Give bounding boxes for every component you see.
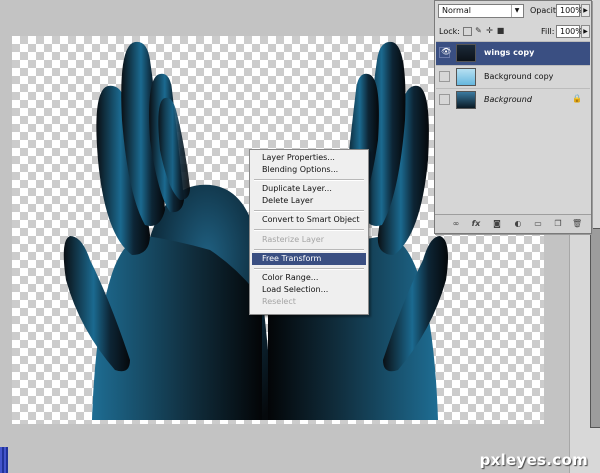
opacity-slider-button[interactable]: ▶ bbox=[581, 4, 590, 17]
fx-icon[interactable]: fx bbox=[471, 219, 481, 229]
menu-item-convert-smart-object[interactable]: Convert to Smart Object bbox=[252, 214, 366, 226]
menu-item-blending-options[interactable]: Blending Options... bbox=[252, 164, 366, 176]
link-icon[interactable]: ∞ bbox=[451, 219, 461, 229]
layer-row-background[interactable]: Background 🔒 bbox=[436, 88, 590, 112]
chevron-down-icon[interactable]: ▼ bbox=[511, 5, 522, 17]
menu-item-load-selection[interactable]: Load Selection... bbox=[252, 284, 366, 296]
status-indicator-icon bbox=[0, 447, 8, 473]
lock-transparency-icon[interactable] bbox=[463, 27, 472, 36]
menu-item-rasterize-layer: Rasterize Layer bbox=[262, 235, 324, 244]
layers-panel-footer: ∞ fx ◙ ◐ ▭ ❐ 🗑 bbox=[435, 214, 591, 233]
menu-item-reselect: Reselect bbox=[262, 297, 296, 306]
layer-row-background-copy[interactable]: Background copy bbox=[436, 65, 590, 89]
layers-panel: Normal ▼ Opacity: 100% ▶ Lock: ✎ ✛ ■ Fil… bbox=[434, 0, 592, 234]
fill-label: Fill: bbox=[541, 27, 555, 36]
layer-context-menu: Layer Properties... Blending Options... … bbox=[249, 149, 369, 315]
layer-thumbnail bbox=[456, 44, 476, 62]
lock-all-icon[interactable]: ■ bbox=[496, 26, 505, 35]
adjustment-icon[interactable]: ◐ bbox=[513, 219, 523, 229]
scrollbar-thumb[interactable] bbox=[590, 228, 600, 428]
layer-thumbnail bbox=[456, 68, 476, 86]
layer-name: Background copy bbox=[484, 72, 554, 81]
layer-visibility-toggle[interactable] bbox=[439, 94, 450, 105]
menu-separator bbox=[254, 268, 364, 270]
lock-move-icon[interactable]: ✛ bbox=[485, 26, 494, 35]
lock-brush-icon[interactable]: ✎ bbox=[474, 26, 483, 35]
menu-item-duplicate-layer[interactable]: Duplicate Layer... bbox=[252, 183, 366, 195]
menu-separator bbox=[254, 179, 364, 181]
layer-name: wings copy bbox=[484, 48, 535, 57]
layer-thumbnail bbox=[456, 91, 476, 109]
menu-item-layer-properties[interactable]: Layer Properties... bbox=[252, 152, 366, 164]
blend-mode-select[interactable]: Normal ▼ bbox=[438, 4, 524, 18]
lock-label: Lock: bbox=[439, 27, 460, 36]
trash-icon[interactable]: 🗑 bbox=[572, 219, 582, 229]
fill-field[interactable]: 100% bbox=[556, 25, 583, 38]
watermark-text: pxleyes.com bbox=[479, 451, 588, 469]
menu-separator bbox=[254, 249, 364, 251]
layer-visibility-toggle[interactable]: 👁 bbox=[439, 47, 452, 58]
opacity-field[interactable]: 100% bbox=[556, 4, 583, 17]
menu-item-free-transform[interactable]: Free Transform bbox=[252, 253, 366, 265]
blend-mode-value: Normal bbox=[442, 6, 471, 15]
menu-item-delete-layer[interactable]: Delete Layer bbox=[252, 195, 366, 207]
menu-item-color-range[interactable]: Color Range... bbox=[252, 272, 366, 284]
menu-separator bbox=[254, 210, 364, 212]
eye-icon: 👁 bbox=[441, 47, 452, 56]
photoshop-window: Normal ▼ Opacity: 100% ▶ Lock: ✎ ✛ ■ Fil… bbox=[0, 0, 600, 473]
new-layer-icon[interactable]: ❐ bbox=[553, 219, 563, 229]
layer-visibility-toggle[interactable] bbox=[439, 71, 450, 82]
menu-separator bbox=[254, 229, 364, 231]
mask-icon[interactable]: ◙ bbox=[492, 219, 502, 229]
padlock-icon: 🔒 bbox=[572, 94, 582, 103]
layer-name: Background bbox=[484, 95, 532, 104]
layer-row-wings-copy[interactable]: 👁 wings copy bbox=[436, 41, 590, 65]
folder-icon[interactable]: ▭ bbox=[533, 219, 543, 229]
fill-slider-button[interactable]: ▶ bbox=[581, 25, 590, 38]
